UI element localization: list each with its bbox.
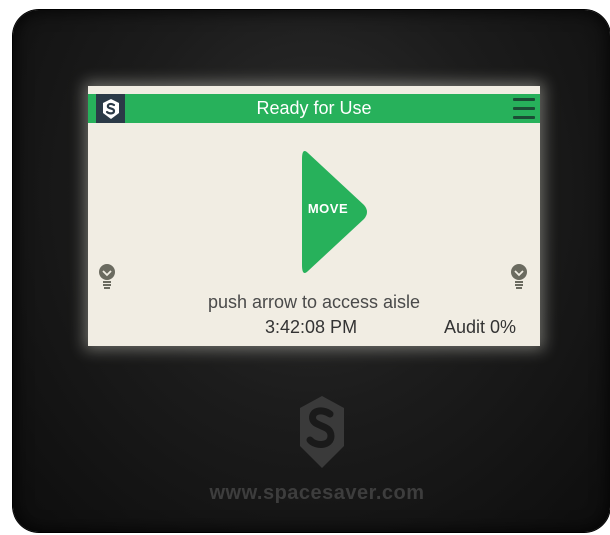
- status-title: Ready for Use: [256, 98, 372, 118]
- audit-status: Audit 0%: [443, 317, 516, 337]
- move-button[interactable]: MOVE: [300, 149, 370, 275]
- instruction-text: push arrow to access aisle: [207, 292, 421, 312]
- clock-time: 3:42:08 PM: [265, 317, 358, 337]
- light-bulb-right-icon[interactable]: [510, 264, 528, 290]
- light-bulb-left-icon[interactable]: [98, 264, 116, 290]
- hamburger-menu-icon[interactable]: [513, 98, 535, 119]
- touch-screen: Ready for Use MOVE push arrow to access …: [88, 86, 540, 346]
- spacesaver-logo-icon: [96, 94, 125, 123]
- spacesaver-brand-icon: [296, 392, 348, 472]
- status-bar: Ready for Use: [88, 94, 540, 123]
- footer-url: www.spacesaver.com: [209, 482, 425, 504]
